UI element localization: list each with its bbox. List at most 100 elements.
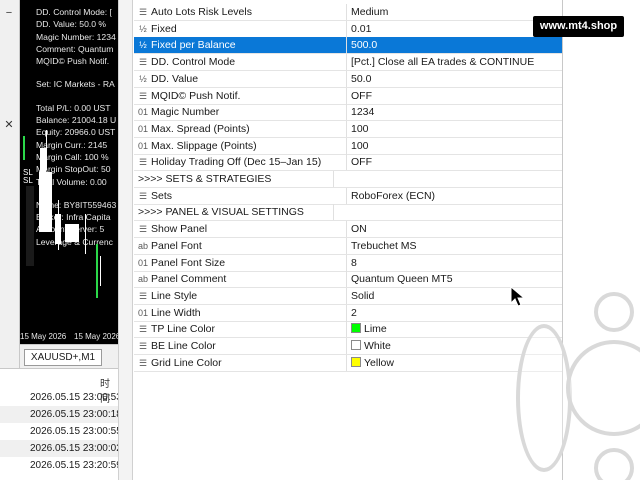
property-value[interactable]: 100: [348, 121, 562, 137]
property-value[interactable]: ON: [348, 221, 562, 237]
property-value[interactable]: Medium: [348, 4, 562, 20]
property-row[interactable]: ☰ Show Panel ON: [134, 221, 562, 239]
chart-info-line: [36, 91, 118, 102]
property-row[interactable]: ☰ DD. Control Mode [Pct.] Close all EA tra…: [134, 54, 562, 72]
ab-type-icon: ab: [137, 274, 148, 285]
num-type-icon: 01: [137, 123, 148, 134]
property-row[interactable]: ☰ Line Style Solid: [134, 287, 562, 305]
property-value[interactable]: 8: [348, 255, 562, 271]
sl-label: SL: [23, 176, 33, 185]
list-type-icon: ☰: [138, 341, 148, 351]
chart-info-line: Balance: 21004.18 U: [36, 115, 117, 126]
journal-log: 时间 2026.05.15 23:00:53 2026.05.15 23:00:…: [0, 368, 118, 480]
chart-info-line: DD. Value: 50.0 %: [36, 19, 107, 30]
property-row[interactable]: 01 Max. Spread (Points) 100: [134, 120, 562, 138]
property-row[interactable]: ☰ Sets RoboForex (ECN): [134, 187, 562, 205]
property-row[interactable]: 01 Max. Slippage (Points) 100: [134, 137, 562, 155]
property-name: Panel Font Size: [151, 254, 347, 271]
property-name: BE Line Color: [151, 338, 347, 354]
color-name: Lime: [364, 323, 387, 336]
property-row[interactable]: >>>> SETS & STRATEGIES: [134, 171, 562, 188]
list-type-icon: ☰: [138, 90, 148, 101]
property-value[interactable]: 50.0: [348, 71, 562, 87]
property-row[interactable]: ☰ Auto Lots Risk Levels Medium: [134, 4, 562, 21]
chart-info-line: Set: IC Markets - RA: [36, 79, 115, 90]
property-row[interactable]: ab Panel Comment Quantum Queen MT5: [134, 271, 562, 289]
chart-info-line: Total P/L: 0.00 UST: [36, 102, 111, 113]
property-row[interactable]: ☰ MQID© Push Notif. OFF: [134, 87, 562, 105]
property-name: DD. Control Mode: [151, 54, 347, 71]
property-value[interactable]: [348, 171, 562, 187]
property-value[interactable]: [Pct.] Close all EA trades & CONTINUE: [348, 54, 562, 70]
property-row[interactable]: 01 Magic Number 1234: [134, 104, 562, 122]
color-swatch: [351, 356, 361, 367]
section-header: >>>> PANEL & VISUAL SETTINGS: [138, 204, 334, 221]
vertical-scrollbar[interactable]: [118, 0, 133, 480]
property-name: Auto Lots Risk Levels: [151, 4, 347, 20]
property-row[interactable]: 01 Line Width 2: [134, 304, 562, 322]
property-value[interactable]: 500.0: [348, 37, 562, 53]
property-row[interactable]: ½ Fixed per Balance 500.0: [134, 37, 562, 55]
mouse-cursor-icon: [510, 286, 526, 307]
chart-info-line: Margin Call: 100 %: [36, 151, 109, 162]
property-value[interactable]: Trebuchet MS: [348, 238, 562, 254]
log-row[interactable]: 2026.05.15 23:00:02: [0, 440, 118, 457]
chart-tab-xauusd[interactable]: XAUUSD+,M1: [24, 349, 102, 366]
color-swatch: [351, 340, 361, 350]
color-swatch: [351, 323, 361, 334]
property-row[interactable]: ½ DD. Value 50.0: [134, 70, 562, 88]
property-name: Line Style: [151, 287, 347, 304]
property-name: Show Panel: [151, 221, 347, 238]
chart-info-line: MQID© Push Notif.: [36, 56, 110, 67]
property-row[interactable]: >>>> PANEL & VISUAL SETTINGS: [134, 204, 562, 222]
list-type-icon: ☰: [138, 190, 148, 201]
list-type-icon: ☰: [138, 357, 148, 368]
property-row[interactable]: ½ Fixed 0.01: [134, 20, 562, 38]
list-type-icon: ☰: [138, 324, 148, 335]
half-type-icon: ½: [139, 73, 147, 84]
property-value[interactable]: Solid: [348, 288, 562, 304]
date-label-left: 15 May 2026: [20, 332, 67, 341]
property-name: Sets: [151, 187, 347, 204]
property-value[interactable]: OFF: [348, 154, 562, 170]
section-header: >>>> SETS & STRATEGIES: [138, 171, 334, 187]
property-value[interactable]: RoboForex (ECN): [348, 188, 562, 204]
property-row[interactable]: ☰ TP Line Color Lime: [134, 321, 562, 339]
property-value[interactable]: Quantum Queen MT5: [348, 271, 562, 287]
property-row[interactable]: ☰ Grid Line Color Yellow: [134, 354, 562, 372]
property-value[interactable]: [348, 204, 562, 220]
log-row[interactable]: 2026.05.15 23:20:59: [0, 457, 118, 474]
log-row[interactable]: 2026.05.15 23:00:18: [0, 406, 118, 423]
assistive-touch-button[interactable]: [566, 340, 640, 436]
chart-info-line: DD. Control Mode: [: [36, 7, 112, 17]
chart-tab-bar: XAUUSD+,M1: [20, 344, 118, 368]
property-value[interactable]: OFF: [348, 88, 562, 104]
property-name: Panel Comment: [151, 271, 347, 288]
minimize-icon[interactable]: −: [2, 6, 16, 20]
close-icon[interactable]: ✕: [2, 118, 16, 132]
property-name: Line Width: [151, 304, 347, 321]
list-type-icon: ☰: [138, 290, 148, 301]
chart-info-line: Comment: Quantum: [36, 43, 114, 54]
assistive-touch-menu-icon[interactable]: [594, 448, 634, 480]
chart-info-line: Margin Curr.: 2145: [36, 139, 108, 150]
list-type-icon: ☰: [138, 7, 148, 17]
date-label-right: 15 May 2026: [74, 332, 121, 341]
property-value[interactable]: 100: [348, 138, 562, 154]
property-value[interactable]: 1234: [348, 104, 562, 120]
num-type-icon: 01: [137, 140, 148, 151]
property-value[interactable]: 2: [348, 305, 562, 321]
assistive-touch-button[interactable]: [516, 324, 572, 472]
property-name: Fixed: [151, 20, 347, 37]
date-axis: 15 May 2026 15 May 2026: [20, 330, 121, 344]
log-row[interactable]: 2026.05.15 23:00:55: [0, 423, 118, 440]
property-row[interactable]: ☰ BE Line Color White: [134, 338, 562, 355]
property-value[interactable]: 0.01: [348, 21, 562, 37]
color-name: Yellow: [364, 356, 394, 369]
property-row[interactable]: ☰ Holiday Trading Off (Dec 15–Jan 15) OFF: [134, 154, 562, 172]
price-chart[interactable]: DD. Control Mode: [DD. Value: 50.0 % Magi…: [20, 0, 118, 344]
assistive-touch-button[interactable]: [594, 292, 634, 332]
log-row[interactable]: 2026.05.15 23:00:53: [0, 389, 118, 406]
property-row[interactable]: ab Panel Font Trebuchet MS: [134, 237, 562, 255]
property-row[interactable]: 01 Panel Font Size 8: [134, 254, 562, 272]
